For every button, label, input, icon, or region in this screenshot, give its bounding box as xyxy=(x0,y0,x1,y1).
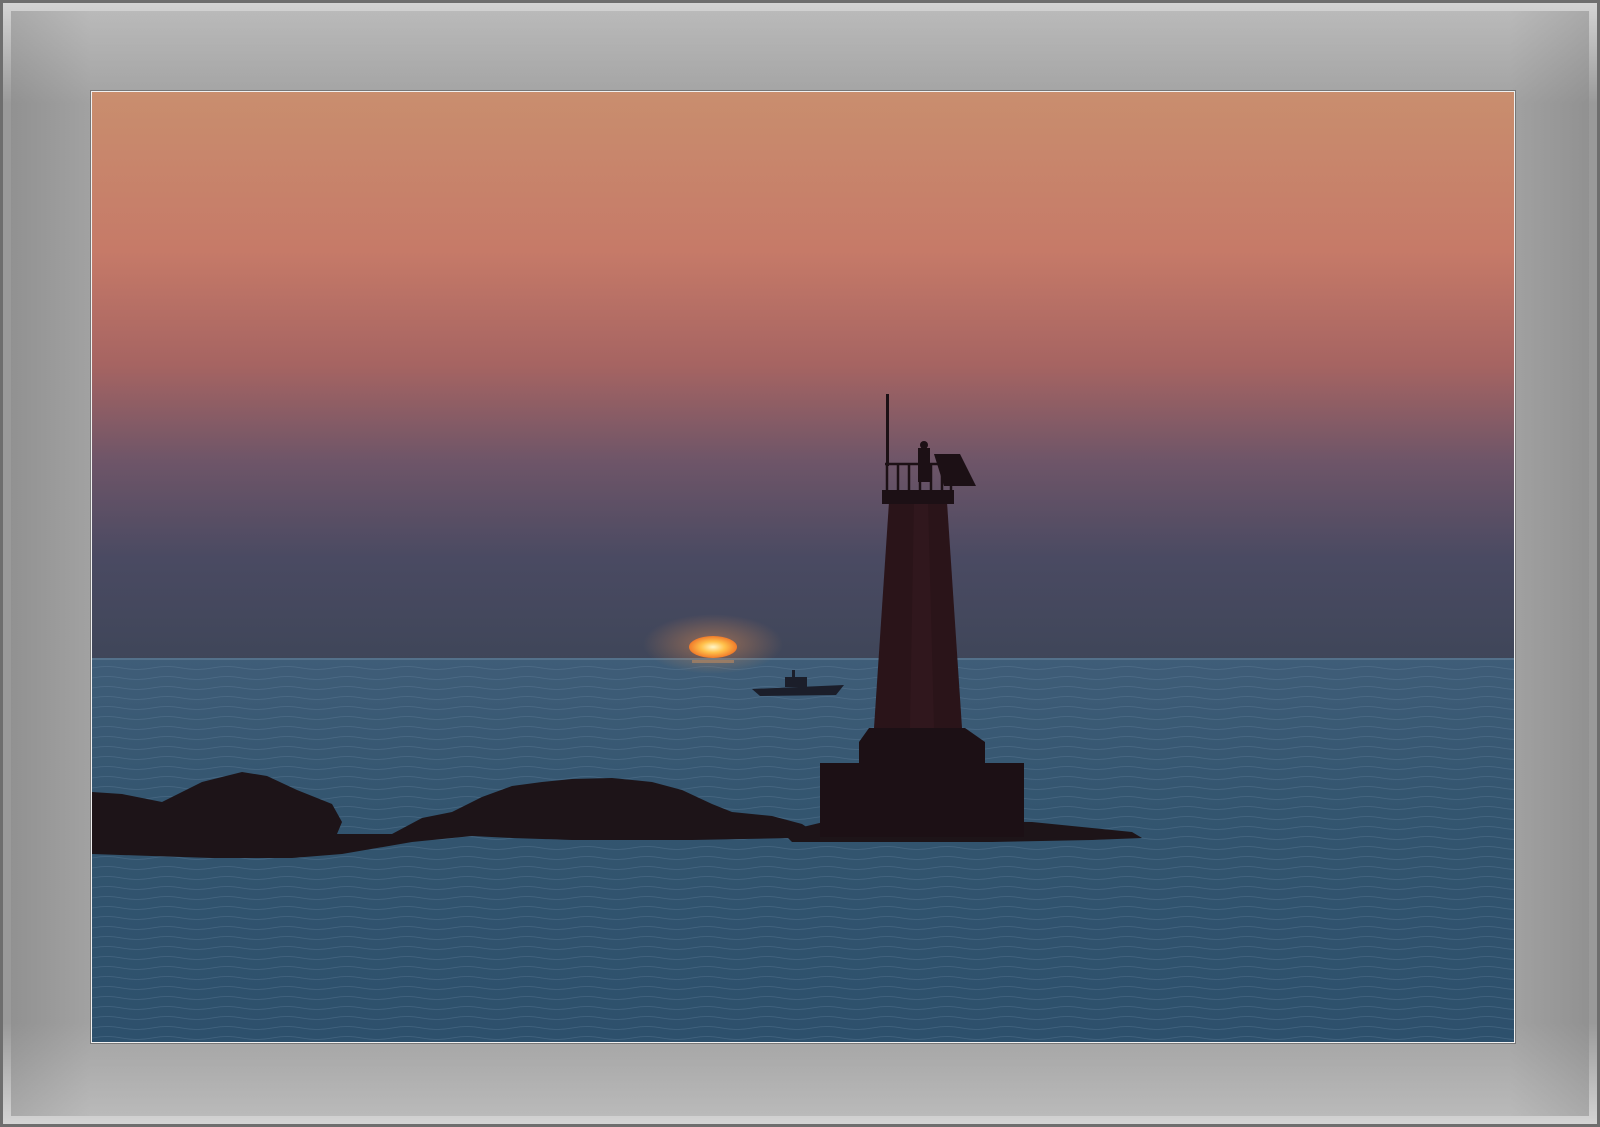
sky xyxy=(92,92,1514,660)
sun-reflection xyxy=(692,660,734,663)
photo-canvas xyxy=(92,92,1514,1042)
setting-sun xyxy=(689,636,737,658)
photograph xyxy=(91,91,1515,1043)
antenna xyxy=(886,394,889,466)
lighthouse-lantern xyxy=(918,448,930,482)
photo-frame xyxy=(0,0,1600,1127)
lighthouse-base xyxy=(820,763,1024,837)
lighthouse-skirt xyxy=(859,728,985,768)
